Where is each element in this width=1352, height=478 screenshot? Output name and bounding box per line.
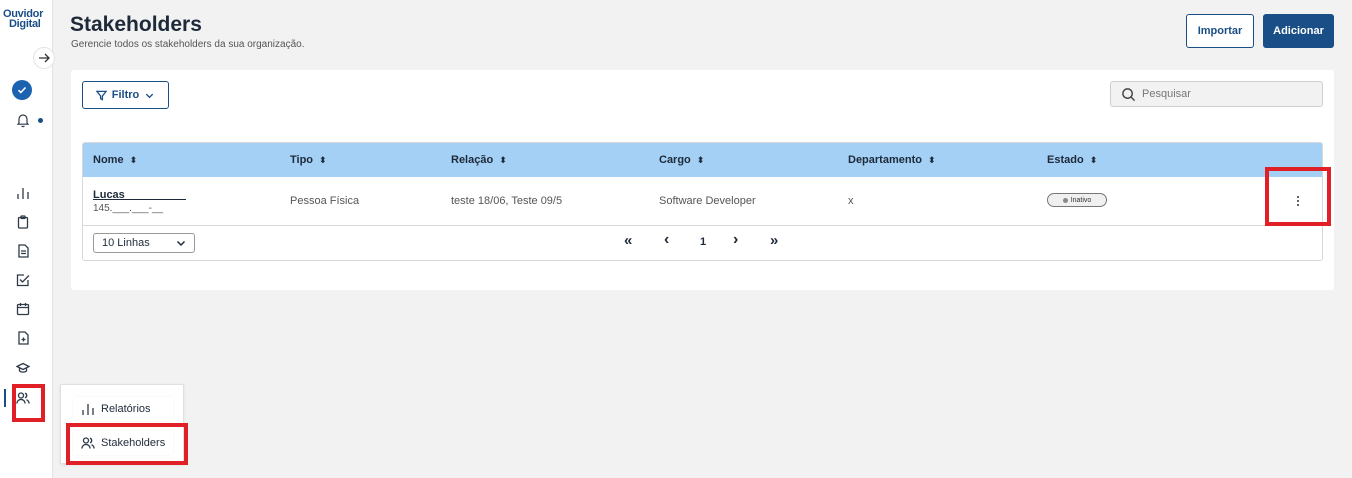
column-header-nome[interactable]: Nome ⬍ (93, 154, 137, 166)
next-page-button[interactable]: › (733, 231, 738, 249)
chevron-down-icon (176, 240, 186, 247)
brand-line2: Digital (9, 18, 41, 30)
column-header-relacao[interactable]: Relação ⬍ (451, 154, 507, 166)
filter-label: Filtro (111, 89, 140, 101)
rows-per-page-value: 10 Linhas (102, 237, 150, 249)
stakeholder-document: 145.___.___-__ (93, 203, 164, 214)
arrow-right-icon (39, 53, 50, 63)
users-icon[interactable] (15, 390, 31, 406)
active-indicator (4, 389, 6, 407)
import-button[interactable]: Importar (1186, 14, 1254, 48)
stakeholders-flyout-menu: Relatórios Stakeholders (60, 384, 184, 464)
page-subtitle: Gerencie todos os stakeholders da sua or… (71, 39, 305, 50)
chevron-down-icon (146, 93, 154, 98)
notification-dot (38, 118, 43, 123)
column-header-tipo[interactable]: Tipo ⬍ (290, 154, 327, 166)
cell-cargo: Software Developer (659, 195, 756, 207)
file-plus-icon[interactable] (15, 330, 31, 346)
add-button[interactable]: Adicionar (1263, 14, 1334, 48)
flyout-item-relatorios[interactable]: Relatórios (73, 397, 173, 421)
table-header: Nome ⬍ Tipo ⬍ Relação ⬍ Cargo ⬍ Departamento… (83, 143, 1322, 177)
document-icon[interactable] (15, 243, 31, 259)
filter-button[interactable]: Filtro (82, 81, 169, 109)
column-header-estado[interactable]: Estado ⬍ (1047, 154, 1097, 166)
flyout-item-label: Relatórios (101, 403, 151, 415)
column-label: Cargo (659, 154, 691, 166)
search-icon (1122, 87, 1136, 101)
column-header-departamento[interactable]: Departamento ⬍ (848, 154, 936, 166)
sort-icon: ⬍ (927, 154, 936, 165)
column-label: Tipo (290, 154, 314, 166)
search-input[interactable] (1142, 88, 1312, 100)
rows-per-page-select[interactable]: 10 Linhas (93, 233, 195, 253)
clipboard-icon[interactable] (15, 214, 31, 230)
bar-chart-icon (82, 404, 94, 415)
bell-icon[interactable] (15, 112, 31, 128)
sort-icon: ⬍ (319, 154, 327, 165)
status-badge: Inativo (1047, 193, 1107, 207)
expand-sidebar-button[interactable] (33, 47, 55, 69)
sidebar: Ouvidor Digital (0, 0, 55, 478)
calendar-icon[interactable] (15, 301, 31, 317)
row-actions-menu-icon[interactable] (1288, 191, 1308, 211)
brand-logo[interactable]: Ouvidor Digital (3, 9, 51, 30)
current-page[interactable]: 1 (700, 236, 706, 248)
cell-relacao: teste 18/06, Teste 09/5 (451, 195, 563, 207)
cell-departamento: x (848, 195, 854, 207)
sort-icon: ⬍ (1089, 154, 1098, 165)
search-box (1110, 81, 1323, 107)
column-label: Estado (1047, 154, 1084, 166)
cell-tipo: Pessoa Física (290, 195, 360, 207)
last-page-button[interactable]: » (770, 232, 778, 249)
stakeholder-name-link[interactable]: Lucas ___ ______ (93, 189, 186, 201)
column-label: Departamento (848, 154, 922, 166)
stakeholders-card: Filtro Nome ⬍ Tipo ⬍ Relação ⬍ Cargo ⬍ Depar… (71, 70, 1334, 290)
users-icon (81, 437, 95, 449)
checkbox-icon[interactable] (15, 272, 31, 288)
column-label: Relação (451, 154, 494, 166)
table-footer: 10 Linhas « ‹ 1 › » (83, 226, 1322, 260)
bar-chart-icon[interactable] (15, 185, 31, 201)
page-title: Stakeholders (70, 13, 202, 36)
previous-page-button[interactable]: ‹ (664, 231, 669, 249)
sort-icon: ⬍ (696, 154, 705, 165)
filter-icon (95, 90, 107, 101)
verified-badge-icon[interactable] (12, 80, 32, 100)
sort-icon: ⬍ (499, 154, 507, 165)
status-dot (1062, 197, 1068, 203)
column-label: Nome (93, 154, 124, 166)
column-header-cargo[interactable]: Cargo ⬍ (659, 154, 704, 166)
flyout-item-stakeholders[interactable]: Stakeholders (73, 431, 173, 455)
table-row[interactable]: Lucas ___ ______ 145.___.___-__ Pessoa F… (83, 177, 1322, 226)
first-page-button[interactable]: « (624, 232, 632, 249)
sort-icon: ⬍ (129, 154, 138, 165)
stakeholders-table: Nome ⬍ Tipo ⬍ Relação ⬍ Cargo ⬍ Departamento… (82, 142, 1323, 261)
graduation-cap-icon[interactable] (15, 360, 31, 376)
flyout-item-label: Stakeholders (101, 437, 166, 449)
status-label: Inativo (1070, 196, 1092, 204)
